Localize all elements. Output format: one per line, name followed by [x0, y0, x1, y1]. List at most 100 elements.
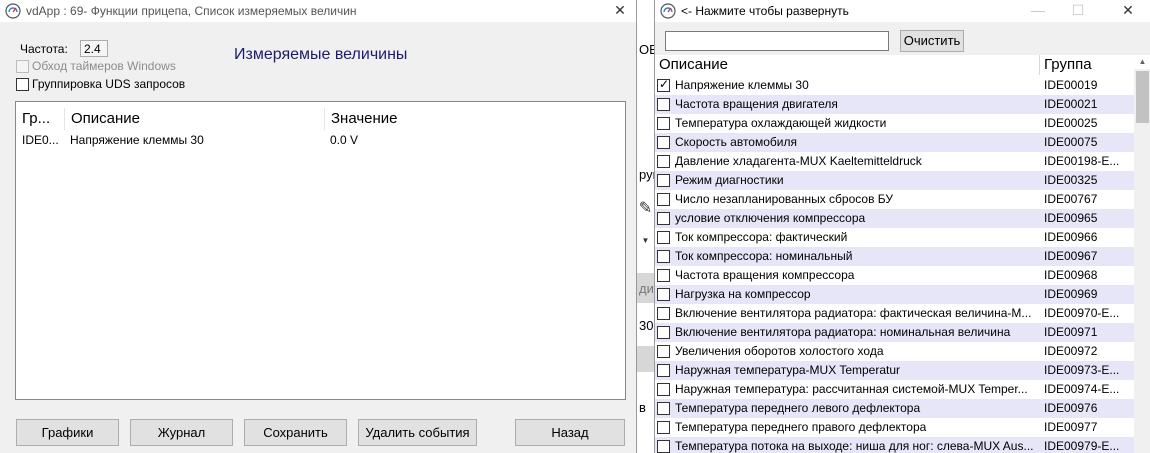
row-description: Увеличения оборотов холостого хода	[675, 344, 884, 358]
table-row[interactable]: Температура переднего левого дефлектора I…	[655, 399, 1134, 418]
measured-values-list[interactable]: Гр... Описание Значение IDE0... Напряжен…	[15, 101, 626, 400]
column-header-description[interactable]: Описание	[64, 108, 324, 130]
save-button[interactable]: Сохранить	[244, 419, 347, 446]
row-group: IDE00969	[1044, 287, 1098, 301]
row-description: Напряжение клеммы 30	[675, 78, 809, 92]
row-checkbox[interactable]	[657, 212, 670, 225]
title-bar[interactable]: <- Нажмите чтобы развернуть — ☐ ✕	[655, 0, 1150, 22]
column-header-value[interactable]: Значение	[324, 108, 624, 130]
column-header-group[interactable]: Группа	[1039, 55, 1134, 75]
maximize-icon: ☐	[1071, 2, 1085, 18]
frequency-label: Частота:	[20, 42, 68, 56]
backdrop-panel-2	[637, 346, 654, 372]
scroll-up-icon[interactable]: ▲	[1134, 55, 1150, 69]
group-uds-checkbox[interactable]: Группировка UDS запросов	[16, 76, 185, 92]
row-checkbox[interactable]	[657, 174, 670, 187]
row-group: IDE00965	[1044, 211, 1098, 225]
row-description: Температура потока на выходе: ниша для н…	[675, 439, 1034, 453]
row-description: Напряжение клеммы 30	[70, 133, 204, 147]
row-checkbox[interactable]	[657, 307, 670, 320]
row-checkbox[interactable]	[657, 402, 670, 415]
row-description: Температура охлаждающей жидкости	[675, 116, 887, 130]
checkbox-box	[16, 59, 29, 73]
row-group: IDE00021	[1044, 97, 1098, 111]
backdrop-arrow-icon: ▼	[641, 236, 650, 245]
row-checkbox[interactable]	[657, 326, 670, 339]
row-group: IDE00019	[1044, 78, 1098, 92]
table-row[interactable]: Частота вращения компрессора IDE00968	[655, 266, 1134, 285]
row-group: IDE00966	[1044, 230, 1098, 244]
clear-button[interactable]: Очистить	[900, 30, 964, 52]
table-row[interactable]: Давление хладагента-MUX Kaeltemitteldruc…	[655, 152, 1134, 171]
row-group: IDE00025	[1044, 116, 1098, 130]
row-checkbox[interactable]	[657, 98, 670, 111]
row-checkbox[interactable]	[657, 421, 670, 434]
row-group: IDE00075	[1044, 135, 1098, 149]
window-title: vdApp : 69- Функции прицепа, Список изме…	[26, 4, 357, 18]
app-icon	[660, 3, 676, 19]
row-description: Нагрузка на компрессор	[675, 287, 811, 301]
table-row[interactable]: Температура потока на выходе: ниша для н…	[655, 437, 1134, 453]
table-row[interactable]: Ток компрессора: номинальный IDE00967	[655, 247, 1134, 266]
table-row[interactable]: Увеличения оборотов холостого хода IDE009…	[655, 342, 1134, 361]
title-bar[interactable]: vdApp : 69- Функции прицепа, Список изме…	[0, 0, 636, 22]
app-icon	[5, 3, 21, 19]
delete-events-button[interactable]: Удалить события	[358, 419, 477, 446]
table-row[interactable]: Частота вращения двигателя IDE00021	[655, 95, 1134, 114]
row-description: условие отключения компрессора	[675, 211, 866, 225]
table-row[interactable]: Скорость автомобиля IDE00075	[655, 133, 1134, 152]
window-title[interactable]: <- Нажмите чтобы развернуть	[681, 4, 849, 18]
parameter-table[interactable]: Описание Группа ✓ Напряжение клеммы 30 IDE…	[655, 55, 1150, 453]
table-row[interactable]: Наружная температура-MUX Temperatur IDE00…	[655, 361, 1134, 380]
table-row[interactable]: Наружная температура: рассчитанная систе…	[655, 380, 1134, 399]
row-checkbox[interactable]	[657, 345, 670, 358]
row-checkbox[interactable]	[657, 155, 670, 168]
row-checkbox[interactable]	[657, 250, 670, 263]
search-input[interactable]	[665, 31, 889, 51]
row-description: Температура переднего правого дефлектора	[675, 420, 927, 434]
row-checkbox[interactable]	[657, 383, 670, 396]
graphs-button[interactable]: Графики	[16, 419, 119, 446]
row-checkbox[interactable]	[657, 269, 670, 282]
row-group: IDE00974-E...	[1044, 382, 1120, 396]
row-group: IDE00325	[1044, 173, 1098, 187]
row-description: Частота вращения двигателя	[675, 97, 838, 111]
row-checkbox[interactable]	[657, 288, 670, 301]
row-checkbox[interactable]	[657, 193, 670, 206]
row-checkbox[interactable]	[657, 364, 670, 377]
checkmark-icon: ✓	[659, 77, 670, 91]
bypass-timers-label: Обход таймеров Windows	[32, 59, 176, 73]
scrollbar[interactable]: ▲	[1134, 57, 1150, 453]
table-row[interactable]: Нагрузка на компрессор IDE00969	[655, 285, 1134, 304]
minimize-icon: —	[1031, 2, 1045, 18]
table-row[interactable]: IDE0... Напряжение клеммы 30 0.0 V	[16, 131, 625, 149]
table-row[interactable]: Температура переднего правого дефлектора…	[655, 418, 1134, 437]
row-checkbox[interactable]	[657, 117, 670, 130]
table-row[interactable]: Включение вентилятора радиатора: фактиче…	[655, 304, 1134, 323]
row-checkbox[interactable]	[657, 231, 670, 244]
group-uds-label: Группировка UDS запросов	[32, 77, 186, 91]
bypass-timers-checkbox[interactable]: Обход таймеров Windows	[16, 58, 176, 74]
close-icon[interactable]: ✕	[1112, 0, 1144, 22]
table-row[interactable]: Ток компрессора: фактический IDE00966	[655, 228, 1134, 247]
journal-button[interactable]: Журнал	[130, 419, 233, 446]
back-button[interactable]: Назад	[515, 419, 625, 446]
table-row[interactable]: Температура охлаждающей жидкости IDE00025	[655, 114, 1134, 133]
page-title: Измеряемые величины	[234, 46, 408, 63]
row-checkbox[interactable]	[657, 440, 670, 453]
table-row[interactable]: условие отключения компрессора IDE00965	[655, 209, 1134, 228]
row-checkbox[interactable]: ✓	[657, 77, 670, 92]
table-row[interactable]: Режим диагностики IDE00325	[655, 171, 1134, 190]
background-window-fragment: ОВ руи ✎ ▼ ди 30 в	[637, 0, 660, 453]
column-header-group[interactable]: Гр...	[16, 108, 64, 130]
table-row[interactable]: Включение вентилятора радиатора: номинал…	[655, 323, 1134, 342]
scroll-thumb[interactable]	[1136, 71, 1149, 123]
table-row[interactable]: ✓ Напряжение клеммы 30 IDE00019	[655, 76, 1134, 95]
close-icon[interactable]: ✕	[604, 0, 636, 22]
row-checkbox[interactable]	[657, 136, 670, 149]
column-header-description[interactable]: Описание	[655, 55, 1039, 75]
row-group: IDE0...	[22, 133, 59, 147]
row-group: IDE00968	[1044, 268, 1098, 282]
row-description: Режим диагностики	[675, 173, 784, 187]
table-row[interactable]: Число незапланированных сбросов БУ IDE007…	[655, 190, 1134, 209]
